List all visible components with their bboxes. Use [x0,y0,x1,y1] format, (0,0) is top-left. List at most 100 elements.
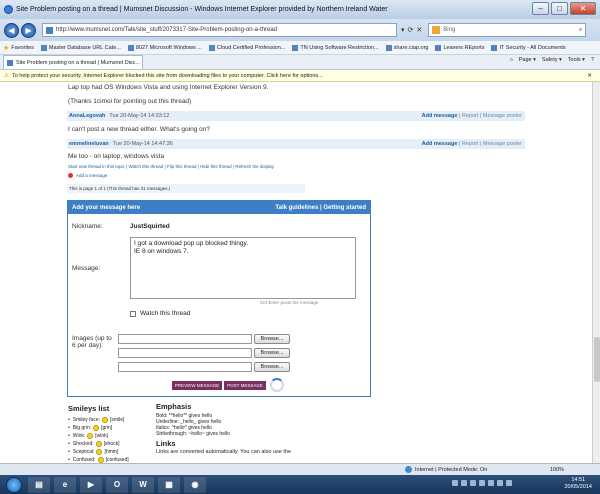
tools-menu[interactable]: Tools ▾ [568,57,585,63]
tray-icon[interactable] [470,480,476,486]
stop-icon[interactable]: ✕ [416,26,422,34]
message-author[interactable]: emmelineluvan [69,141,109,147]
tray-icon[interactable] [506,480,512,486]
tray-icon[interactable] [452,480,458,486]
favorite-link-label: share.ciap.org [393,44,429,51]
page-icon [292,44,299,51]
back-button[interactable]: ◀ [4,22,19,38]
checkbox-box[interactable] [130,310,136,317]
preview-message-button[interactable]: PREVIEW MESSAGE [172,381,222,390]
browse-button[interactable]: Browse... [254,334,290,344]
clock[interactable]: 14:51 20/05/2014 [564,477,592,491]
refresh-icon[interactable]: ⟳ [408,26,414,34]
guidelines-links[interactable]: Talk guidelines | Getting started [275,205,366,211]
smileys-title: Smileys list [68,404,110,413]
links-title: Links [156,439,176,448]
security-zone: Internet | Protected Mode: On [405,466,487,473]
outlook-icon[interactable]: O [106,476,128,493]
favorite-link[interactable]: Cloud Certified Profession... [208,44,285,51]
scrollbar-thumb[interactable] [594,337,600,382]
file-input[interactable] [118,362,252,372]
help-icon[interactable]: ? [591,57,594,63]
message-actions: Add message | Report | Message poster [422,141,522,147]
add-message-label: Add a message [76,173,108,178]
grin-face-icon [93,425,100,431]
media-player-icon[interactable]: ▶ [80,476,102,493]
favorites-button[interactable]: ★ Favorites [3,44,34,52]
favorite-link-label: TN Using Software Restriction... [300,44,379,51]
smiley-item: • Wink: [wink] [68,433,109,439]
smiley-code: [smile] [110,417,125,423]
page-content: Lap top had OS Windows Vista and using I… [0,82,592,463]
file-input[interactable] [118,334,252,344]
vertical-scrollbar[interactable] [592,82,600,463]
message-time: Tue 20-May-14 14:33:12 [109,113,170,119]
message-actions: Add message | Report | Message poster [422,113,522,119]
site-favicon-icon [46,26,53,34]
safety-menu[interactable]: Safety ▾ [542,57,562,63]
word-icon[interactable]: W [132,476,154,493]
start-button[interactable] [6,476,22,493]
post-message-button[interactable]: POST MESSAGE [224,381,266,390]
favorite-link[interactable]: IT Security - All Documents [491,44,566,51]
shield-icon: ⚠ [4,72,9,79]
sceptical-face-icon [96,449,103,455]
close-button[interactable]: ✕ [570,2,596,15]
file-input[interactable] [118,348,252,358]
minimize-button[interactable]: – [532,2,549,15]
explorer-icon[interactable]: ▤ [28,476,50,493]
message-author[interactable]: AnnaLegovah [69,113,105,119]
tray-icon[interactable] [488,480,494,486]
search-icon[interactable]: ⌕ [579,27,582,34]
post-text: Lap top had OS Windows Vista and using I… [68,84,269,91]
zone-text: Internet | Protected Mode: On [415,466,488,473]
chrome-icon[interactable]: ◉ [184,476,206,493]
browse-button[interactable]: Browse... [254,362,290,372]
message-time: Tue 20-May-14 14:47:36 [112,141,173,147]
title-bar: Site Problem posting on a thread | Mumsn… [0,0,600,19]
info-bar-text: To help protect your security, Internet … [11,72,323,79]
favorite-link[interactable]: share.ciap.org [385,44,429,51]
tray-icon[interactable] [497,480,503,486]
info-bar[interactable]: ⚠ To help protect your security, Interne… [0,70,600,82]
home-icon[interactable]: ⌂ [509,57,512,63]
smiley-name: Shocked: [72,441,94,447]
favorite-link[interactable]: TN Using Software Restriction... [292,44,379,51]
ie-logo-icon [4,5,13,14]
ie-icon[interactable]: e [54,476,76,493]
taskbar: ▤ e ▶ O W ▦ ◉ 14:51 20/05/2014 [0,475,600,494]
url-field[interactable]: http://www.mumsnet.com/Talk/site_stuff/2… [42,23,397,37]
page-icon [127,44,134,51]
add-message-link[interactable]: Add a message [68,173,107,178]
post-text: I can't post a new thread either. What's… [68,126,210,133]
app-icon[interactable]: ▦ [158,476,180,493]
wink-face-icon [87,433,94,439]
star-icon: ★ [3,44,10,52]
dropdown-icon[interactable]: ▾ [401,26,405,34]
add-message-link[interactable]: Add message [422,141,458,147]
message-textarea[interactable]: I got a download pop up blocked thingy. … [130,237,356,299]
add-message-link[interactable]: Add message [422,113,458,119]
command-bar: ⌂ Page ▾ Safety ▾ Tools ▾ ? [509,57,594,63]
globe-icon [405,466,412,473]
page-menu[interactable]: Page ▾ [519,57,536,63]
watch-thread-checkbox[interactable]: Watch this thread [130,310,190,317]
zoom-level[interactable]: 100% [550,467,564,473]
tray-icon[interactable] [479,480,485,486]
thread-links[interactable]: Start new thread in this topic | Watch t… [68,164,274,169]
file-upload-row: Browse... [118,348,290,358]
forward-button[interactable]: ▶ [21,22,36,38]
browse-button[interactable]: Browse... [254,348,290,358]
smiley-items: • Smiley face: [smile] • Big grin: [grin] • W… [68,416,150,463]
favorite-link[interactable]: Leavers REports [435,44,484,51]
close-icon[interactable]: ✕ [587,73,592,79]
tray-icon[interactable] [461,480,467,486]
search-input[interactable]: Bing ⌕ [428,23,587,37]
favorite-link[interactable]: 8027 Microsoft Windows ... [127,44,202,51]
report-links[interactable]: | Report | Message poster [459,141,522,147]
maximize-button[interactable]: □ [551,2,568,15]
report-links[interactable]: | Report | Message poster [459,113,522,119]
post-text: Me too - on laptop, windows vista [68,153,165,160]
favorite-link[interactable]: Master Database URL Cate... [40,44,121,51]
tab-current[interactable]: Site Problem posting on a thread | Mumsn… [3,55,143,69]
